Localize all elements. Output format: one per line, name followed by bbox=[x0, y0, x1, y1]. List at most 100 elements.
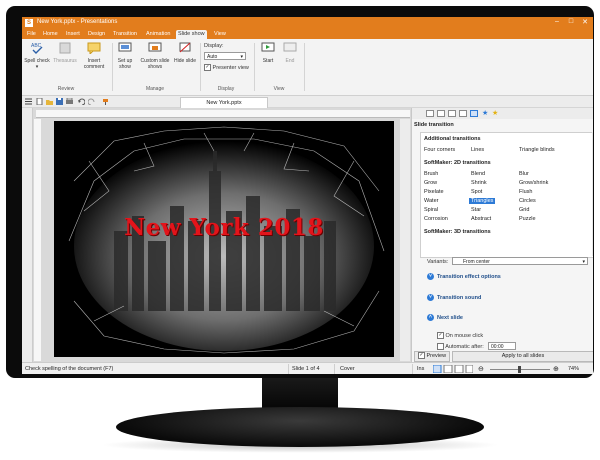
transition-item[interactable]: Triangle blinds bbox=[519, 147, 555, 153]
slide-title[interactable]: New York 2018 bbox=[54, 214, 394, 241]
transition-item-selected[interactable]: Triangles bbox=[469, 198, 496, 204]
window-title: New York.pptx - Presentations bbox=[37, 19, 118, 25]
view-mode-icons[interactable] bbox=[433, 365, 473, 373]
chevron-down-icon: ▾ bbox=[240, 54, 243, 60]
ribbon-separator bbox=[112, 43, 113, 91]
presenter-view-checkbox[interactable]: ✓ Presenter view bbox=[204, 64, 249, 71]
open-folder-icon[interactable] bbox=[46, 98, 53, 105]
transition-item[interactable]: Star bbox=[471, 207, 481, 213]
slide-layout-icon[interactable] bbox=[426, 110, 434, 117]
vertical-toolbar bbox=[22, 108, 33, 362]
transition-item[interactable]: Spot bbox=[471, 189, 482, 195]
vertical-scrollbar[interactable] bbox=[400, 119, 410, 361]
transition-item[interactable]: Grid bbox=[519, 207, 529, 213]
display-group-label: Display bbox=[217, 86, 235, 92]
zoom-level: 74% bbox=[568, 366, 580, 372]
transition-list[interactable]: Additional transitions Four corners Line… bbox=[420, 132, 593, 258]
hamburger-menu-icon[interactable] bbox=[25, 98, 32, 105]
hide-slide-button[interactable]: Hide slide bbox=[174, 42, 196, 64]
transition-item[interactable]: Brush bbox=[424, 171, 438, 177]
category-2d: SoftMaker: 2D transitions bbox=[424, 160, 491, 166]
menu-design[interactable]: Design bbox=[86, 30, 107, 39]
automatic-after-checkbox[interactable]: Automatic after: bbox=[437, 343, 484, 350]
panel-title: Slide transition bbox=[414, 122, 454, 128]
custom-slide-shows-icon bbox=[148, 42, 162, 52]
menu-animation[interactable]: Animation bbox=[144, 30, 172, 39]
transition-item[interactable]: Grow/shrink bbox=[519, 180, 548, 186]
preview-toggle[interactable]: ✓ Preview bbox=[414, 351, 450, 362]
app-icon[interactable]: S bbox=[25, 19, 33, 27]
undo-icon[interactable] bbox=[78, 98, 85, 105]
new-document-icon[interactable] bbox=[36, 98, 43, 105]
transition-item[interactable]: Four corners bbox=[424, 147, 455, 153]
background-icon[interactable] bbox=[459, 110, 467, 117]
transition-item[interactable]: Grow bbox=[424, 180, 437, 186]
transition-effect-options-section[interactable]: ˅ Transition effect options bbox=[427, 273, 501, 280]
transition-list-scrollbar[interactable] bbox=[592, 132, 593, 256]
checkbox-icon bbox=[437, 343, 444, 350]
ribbon-separator bbox=[200, 43, 201, 91]
menu-view[interactable]: View bbox=[212, 30, 228, 39]
menu-home[interactable]: Home bbox=[41, 30, 60, 39]
animation-star-icon[interactable]: ★ bbox=[482, 109, 488, 117]
slide-design-icon[interactable] bbox=[437, 110, 445, 117]
transition-item[interactable]: Spiral bbox=[424, 207, 438, 213]
start-show-button[interactable]: Start bbox=[258, 42, 278, 64]
variants-dropdown[interactable]: From center ▾ bbox=[452, 257, 588, 265]
title-bar: S New York.pptx - Presentations – □ ✕ bbox=[22, 17, 593, 29]
status-separator bbox=[412, 364, 413, 374]
close-button[interactable]: ✕ bbox=[578, 18, 592, 26]
automatic-after-time-input[interactable]: 00:00 bbox=[488, 342, 516, 350]
maximize-button[interactable]: □ bbox=[564, 18, 578, 25]
minimize-button[interactable]: – bbox=[550, 18, 564, 25]
color-scheme-icon[interactable] bbox=[448, 110, 456, 117]
transition-item[interactable]: Shrink bbox=[471, 180, 487, 186]
thesaurus-button[interactable]: Thesaurus bbox=[52, 42, 78, 64]
redo-icon[interactable] bbox=[88, 98, 95, 105]
transition-item[interactable]: Circles bbox=[519, 198, 536, 204]
transition-item[interactable]: Water bbox=[424, 198, 438, 204]
spell-check-button[interactable]: ABC Spell check ▾ bbox=[24, 42, 50, 70]
apply-to-all-slides-button[interactable]: Apply to all slides bbox=[452, 351, 593, 362]
slide-canvas[interactable]: New York 2018 bbox=[54, 121, 394, 357]
set-up-show-button[interactable]: Set up show bbox=[114, 42, 136, 70]
zoom-in-icon[interactable]: ⊕ bbox=[553, 365, 559, 373]
display-caption: Display: bbox=[204, 43, 224, 49]
ribbon-separator bbox=[254, 43, 255, 91]
effects-star-icon[interactable]: ★ bbox=[492, 109, 498, 117]
zoom-slider-thumb[interactable] bbox=[518, 366, 521, 373]
format-painter-icon[interactable] bbox=[102, 98, 109, 105]
transition-item[interactable]: Lines bbox=[471, 147, 484, 153]
display-dropdown[interactable]: Auto ▾ bbox=[204, 52, 246, 60]
monitor-stand-base bbox=[116, 407, 484, 447]
zoom-out-icon[interactable]: ⊖ bbox=[478, 365, 484, 373]
menu-slide-show[interactable]: Slide show bbox=[176, 30, 207, 39]
transition-sound-section[interactable]: ˅ Transition sound bbox=[427, 294, 481, 301]
transition-item[interactable]: Blur bbox=[519, 171, 529, 177]
slide-transition-icon[interactable] bbox=[470, 110, 478, 117]
custom-slide-shows-button[interactable]: Custom slide shows bbox=[138, 42, 172, 70]
transition-item[interactable]: Blend bbox=[471, 171, 485, 177]
setup-show-icon bbox=[118, 42, 132, 52]
transition-item[interactable]: Corrosion bbox=[424, 216, 448, 222]
menu-transition[interactable]: Transition bbox=[111, 30, 139, 39]
save-icon[interactable] bbox=[56, 98, 63, 105]
menu-file[interactable]: File bbox=[25, 30, 38, 39]
menu-insert[interactable]: Insert bbox=[64, 30, 82, 39]
manage-group-label: Manage bbox=[145, 86, 165, 92]
status-bar: Check spelling of the document (F7) Slid… bbox=[22, 362, 593, 374]
print-icon[interactable] bbox=[66, 98, 73, 105]
transition-item[interactable]: Abstract bbox=[471, 216, 491, 222]
transition-item[interactable]: Pixelate bbox=[424, 189, 444, 195]
transition-item[interactable]: Flush bbox=[519, 189, 532, 195]
transition-item[interactable]: Puzzle bbox=[519, 216, 536, 222]
hide-slide-icon bbox=[179, 42, 191, 53]
thesaurus-icon bbox=[59, 42, 71, 54]
on-mouse-click-checkbox[interactable]: ✓ On mouse click bbox=[437, 332, 483, 339]
document-tab[interactable]: New York.pptx bbox=[180, 97, 268, 108]
end-show-button[interactable]: End bbox=[280, 42, 300, 64]
end-slideshow-icon bbox=[283, 42, 297, 52]
insert-comment-button[interactable]: Insert comment bbox=[80, 42, 108, 70]
next-slide-section[interactable]: ˄ Next slide bbox=[427, 314, 463, 321]
transition-sidebar: ★ ★ Slide transition Additional transiti… bbox=[411, 108, 593, 362]
